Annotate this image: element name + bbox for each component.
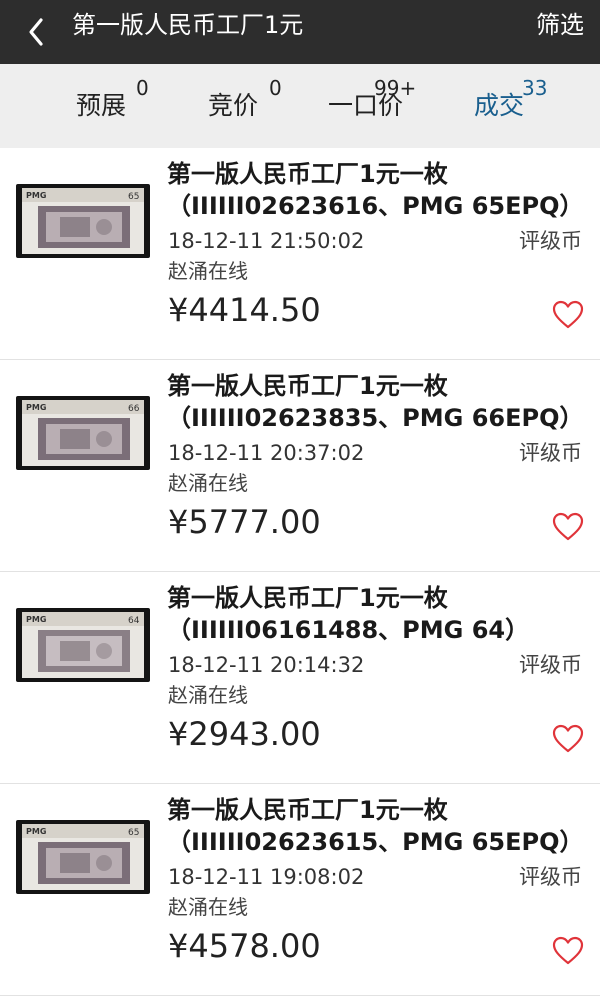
grader-label: PMG: [26, 191, 46, 200]
item-seller: 赵涌在线: [168, 259, 248, 283]
item-time: 18-12-11 19:08:02: [168, 865, 365, 889]
item-title: 第一版人民币工厂1元一枚（IIIIII02623616、PMG 65EPQ）: [167, 160, 584, 220]
item-price: ¥5777.00: [168, 503, 321, 541]
list-item[interactable]: PMG 65 第一版人民币工厂1元一枚（IIIIII02623615、PMG 6…: [0, 784, 600, 996]
banknote-thumbnail: PMG 64: [16, 608, 150, 682]
item-price: ¥2943.00: [168, 715, 321, 753]
grade-label: 64: [128, 616, 140, 626]
item-title: 第一版人民币工厂1元一枚（IIIIII02623835、PMG 66EPQ）: [167, 372, 584, 432]
list-item[interactable]: PMG 66 第一版人民币工厂1元一枚（IIIIII02623835、PMG 6…: [0, 360, 600, 572]
item-price: ¥4414.50: [168, 291, 321, 329]
grade-label: 65: [128, 192, 139, 202]
heart-icon[interactable]: [552, 300, 584, 330]
tab-preview-label: 预展: [76, 91, 127, 120]
tab-preview-count: 0: [136, 76, 149, 100]
item-category: 评级币: [519, 653, 582, 677]
grader-label: PMG: [26, 615, 46, 624]
item-seller: 赵涌在线: [168, 683, 248, 707]
filter-button[interactable]: 筛选: [536, 10, 584, 40]
item-category: 评级币: [519, 229, 582, 253]
item-price: ¥4578.00: [168, 927, 321, 965]
banknote-thumbnail: PMG 66: [16, 396, 150, 470]
tab-bidding-count: 0: [269, 76, 282, 100]
item-time: 18-12-11 21:50:02: [168, 229, 365, 253]
item-title: 第一版人民币工厂1元一枚（IIIIII06161488、PMG 64）: [167, 584, 530, 644]
item-seller: 赵涌在线: [168, 471, 248, 495]
grade-label: 66: [128, 404, 140, 414]
banknote-thumbnail: PMG 65: [16, 820, 150, 894]
tab-fixed-price-count: 99+: [374, 76, 417, 100]
heart-icon[interactable]: [552, 512, 584, 542]
item-title: 第一版人民币工厂1元一枚（IIIIII02623615、PMG 65EPQ）: [167, 796, 584, 856]
item-seller: 赵涌在线: [168, 895, 248, 919]
page-title: 第一版人民币工厂1元: [72, 11, 304, 39]
auction-list: PMG 65 第一版人民币工厂1元一枚（IIIIII02623616、PMG 6…: [0, 148, 600, 996]
tab-bidding-label: 竞价: [208, 91, 259, 120]
grade-label: 65: [128, 828, 139, 838]
item-category: 评级币: [519, 865, 582, 889]
top-bar: 第一版人民币工厂1元 筛选: [0, 0, 600, 64]
item-time: 18-12-11 20:37:02: [168, 441, 365, 465]
tab-sold-label: 成交: [474, 91, 525, 120]
banknote-thumbnail: PMG 65: [16, 184, 150, 258]
heart-icon[interactable]: [552, 936, 584, 966]
list-item[interactable]: PMG 65 第一版人民币工厂1元一枚（IIIIII02623616、PMG 6…: [0, 148, 600, 360]
back-icon[interactable]: [24, 10, 52, 54]
grader-label: PMG: [26, 827, 46, 836]
tab-sold-count: 33: [522, 76, 548, 100]
item-category: 评级币: [519, 441, 582, 465]
list-item[interactable]: PMG 64 第一版人民币工厂1元一枚（IIIIII06161488、PMG 6…: [0, 572, 600, 784]
grader-label: PMG: [26, 403, 46, 412]
item-time: 18-12-11 20:14:32: [168, 653, 365, 677]
heart-icon[interactable]: [552, 724, 584, 754]
status-tabs: 预展 0 竞价 0 一口价 99+ 成交 33: [0, 64, 600, 148]
